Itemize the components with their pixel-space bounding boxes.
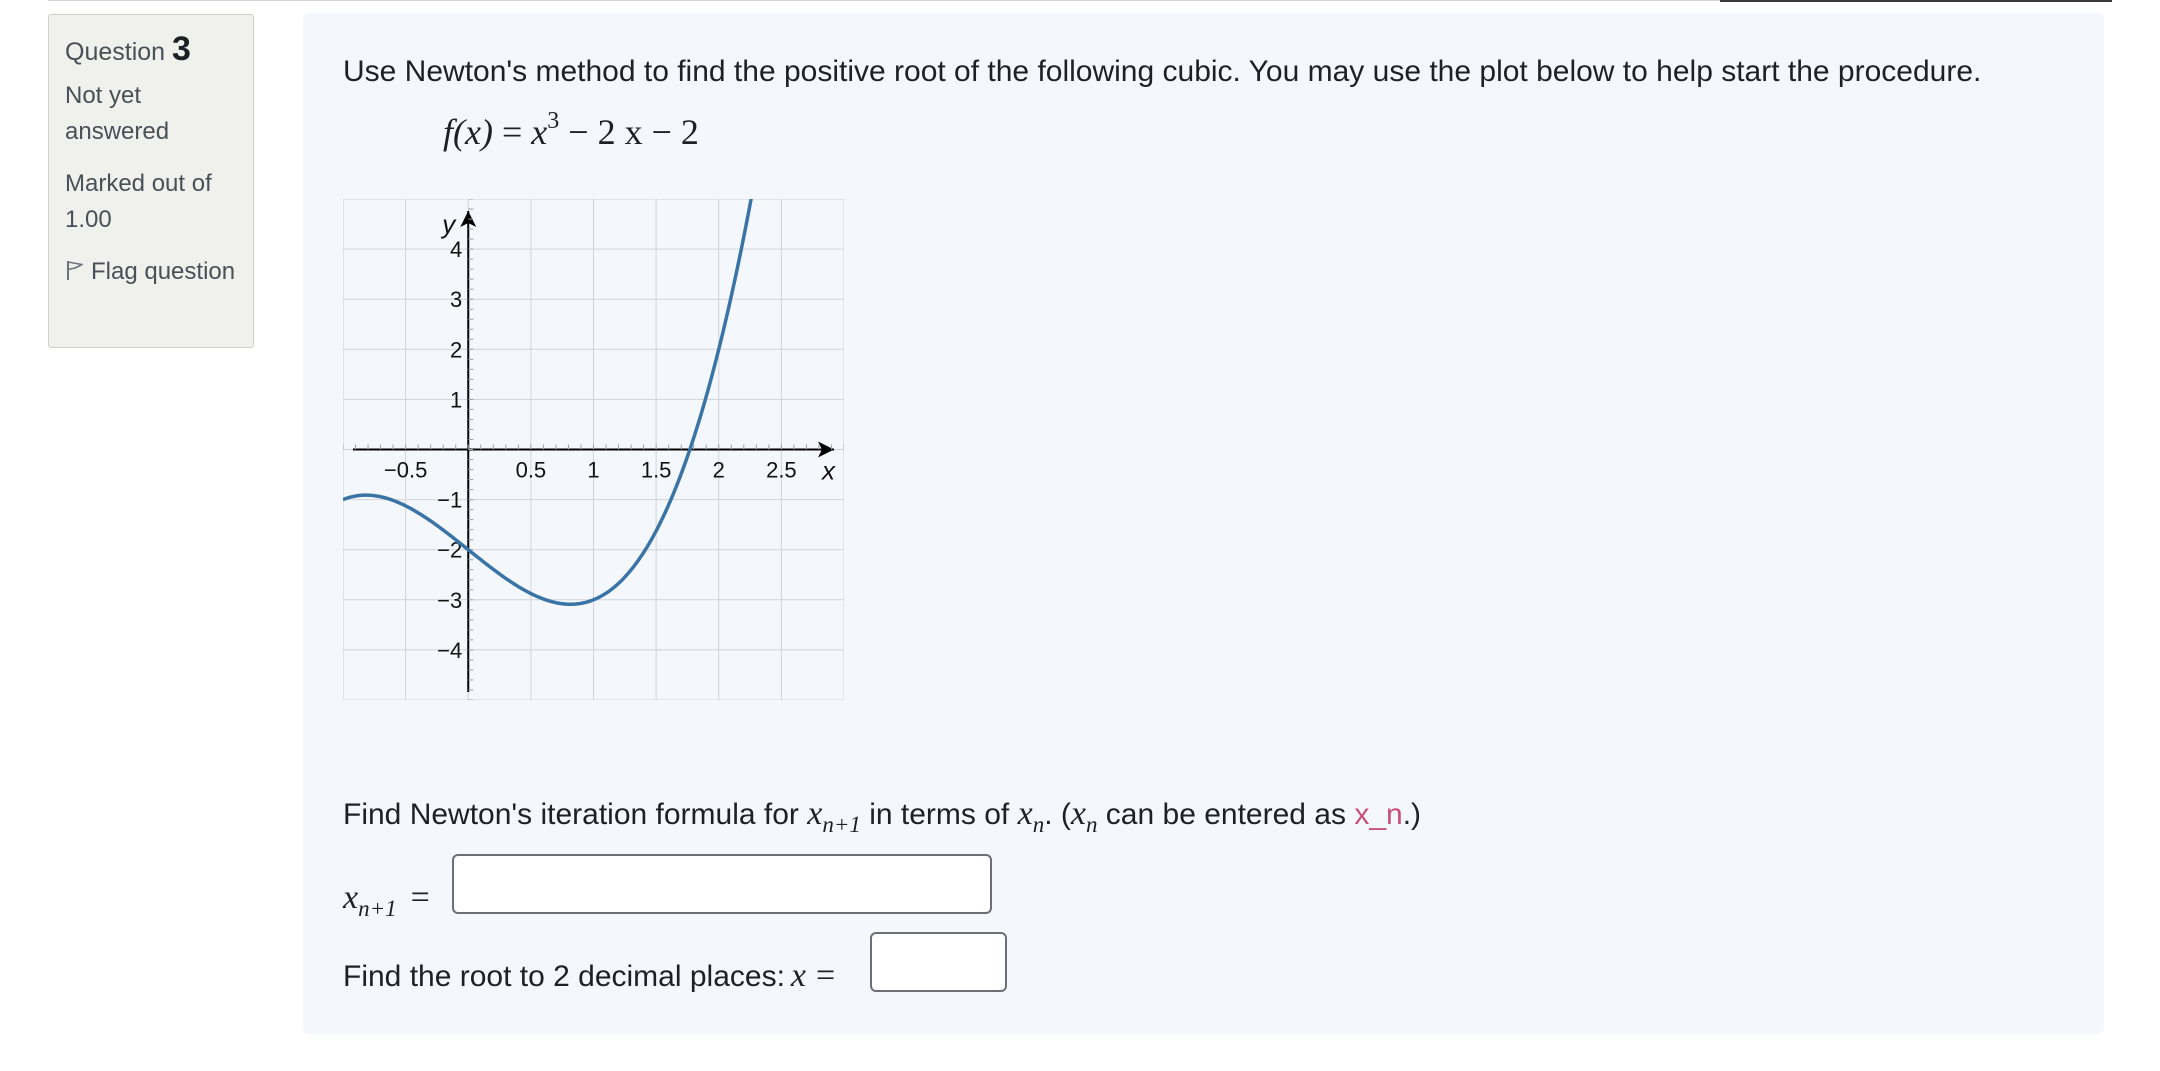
question-number-value: 3 <box>172 30 191 68</box>
part1-text-mid3: can be entered as <box>1097 798 1355 831</box>
x-tick-label: 2 <box>713 458 725 483</box>
formula-exponent: 3 <box>547 108 560 134</box>
flag-question-button[interactable]: Flag question <box>65 254 237 290</box>
part2-var: x <box>790 957 806 994</box>
formula-rest: − 2 x − 2 <box>559 112 699 152</box>
iteration-formula-input[interactable] <box>452 854 992 914</box>
formula-eq: = <box>501 112 523 152</box>
part1-text-post: .) <box>1402 798 1422 831</box>
x-tick-label: −0.5 <box>384 458 427 483</box>
y-tick-label: 4 <box>450 237 462 262</box>
part1-text-mid2: . ( <box>1044 798 1071 831</box>
y-tick-label: −4 <box>437 638 462 663</box>
y-tick-label: −3 <box>437 588 462 613</box>
x-tick-label: 1 <box>587 458 599 483</box>
answer1-label: xn+1 = <box>343 879 430 921</box>
x-tick-label: 2.5 <box>766 458 797 483</box>
x-axis-label: x <box>820 456 836 486</box>
x-tick-label: 1.5 <box>641 458 672 483</box>
question-number: Question 3 <box>65 31 237 70</box>
y-axis-label: y <box>440 209 457 239</box>
y-tick-label: 3 <box>450 287 462 312</box>
part1-var: xn+1 <box>807 795 861 837</box>
root-value-input[interactable] <box>870 932 1007 992</box>
part1-var2: xn <box>1017 795 1045 837</box>
flag-icon <box>67 261 83 280</box>
part1-var3: xn <box>1070 795 1098 837</box>
y-tick-label: −1 <box>437 488 462 513</box>
y-tick-label: 1 <box>450 387 462 412</box>
question-prompt: Use Newton's method to find the positive… <box>343 55 1982 88</box>
question-grade: Marked out of 1.00 <box>65 170 212 233</box>
part2-instruction: Find the root to 2 decimal places: x = <box>343 957 835 995</box>
question-info-panel: Question 3 Not yet answered Marked out o… <box>48 14 254 348</box>
part2-text: Find the root to 2 decimal places: <box>343 960 785 993</box>
part1-text-pre: Find Newton's iteration formula for <box>343 798 808 831</box>
plot-ticks: −0.5 0.5 1 1.5 2 2.54321−1−2−3−4xy <box>384 209 836 663</box>
x-tick-label: 0.5 <box>516 458 547 483</box>
formula-lhs: f(x) <box>443 112 493 152</box>
part1-code-hint: x_n <box>1354 798 1403 831</box>
flag-label: Flag question <box>91 258 236 285</box>
part1-text-mid: in terms of <box>860 798 1018 831</box>
function-plot: −0.5 0.5 1 1.5 2 2.54321−1−2−3−4xy <box>343 199 844 700</box>
part1-instruction: Find Newton's iteration formula for xn+1… <box>343 795 1422 837</box>
formula-x: x <box>531 112 548 152</box>
y-tick-label: 2 <box>450 337 462 362</box>
question-label: Question <box>65 38 166 66</box>
function-formula: f(x) = x3 − 2 x − 2 <box>443 108 699 153</box>
top-progress-bar <box>1720 0 2112 2</box>
part2-eq: = <box>816 957 836 994</box>
question-state: Not yet answered <box>65 82 170 145</box>
